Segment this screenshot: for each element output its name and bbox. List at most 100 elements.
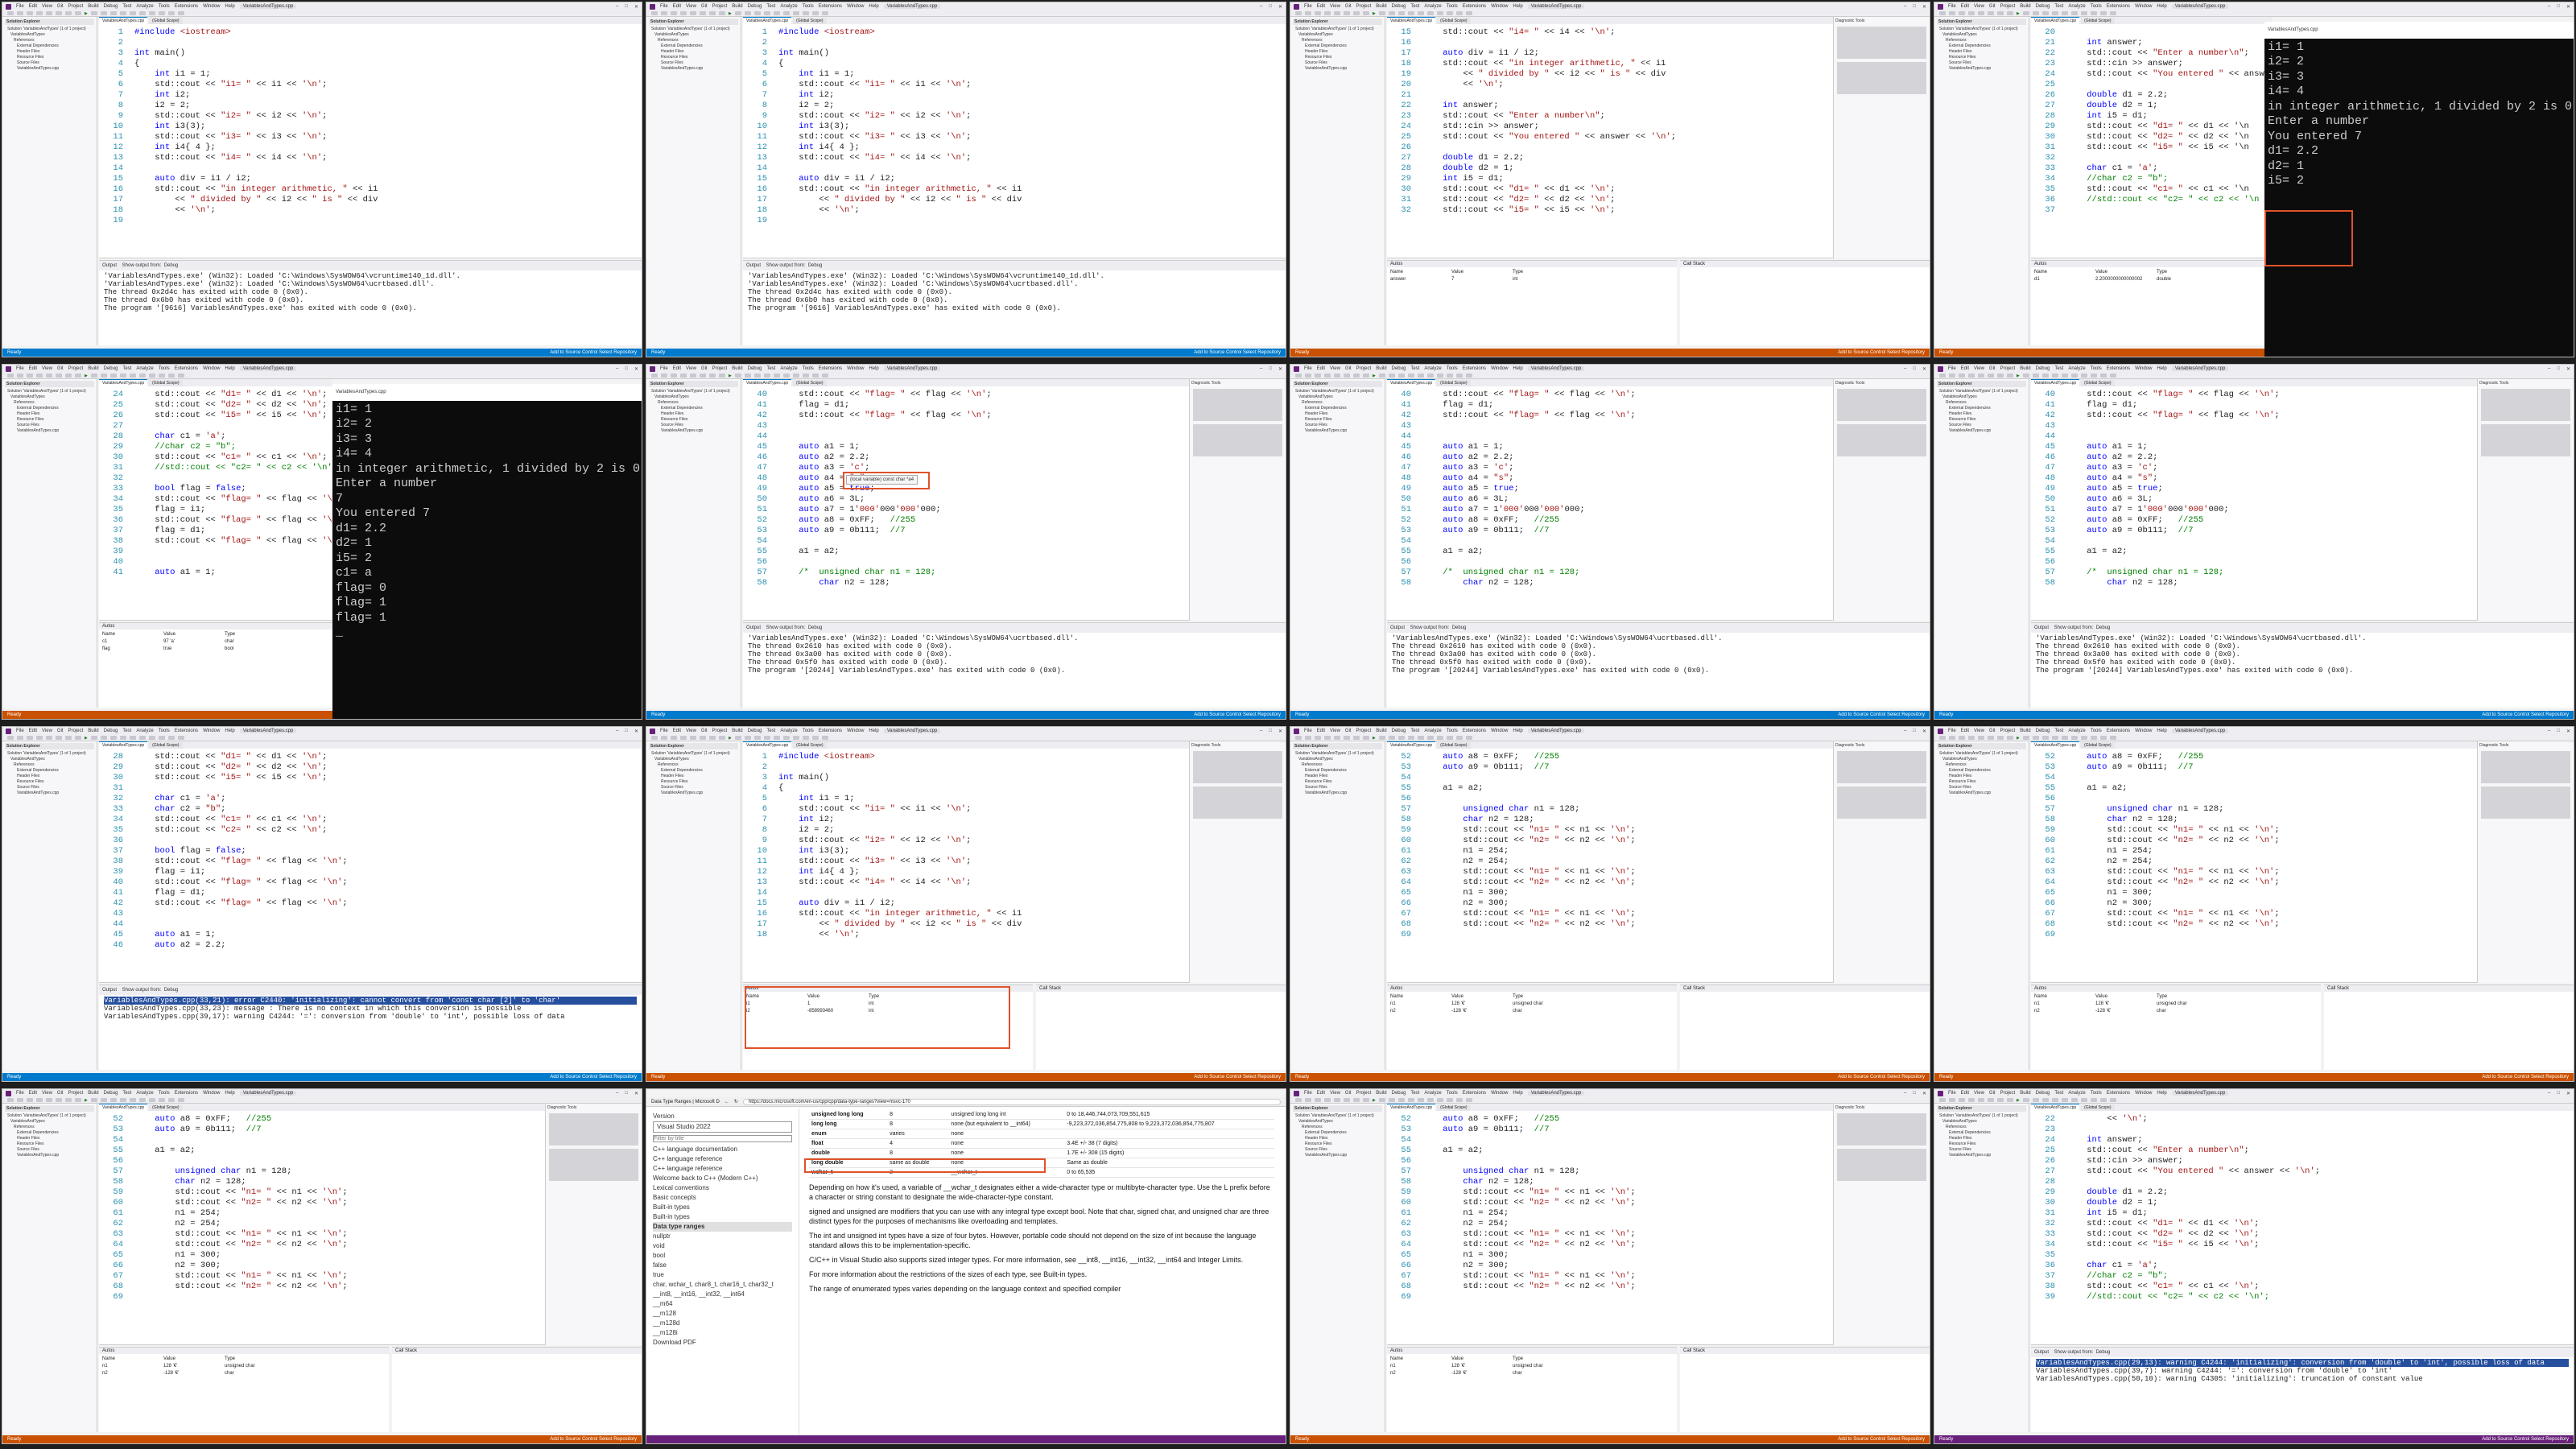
maximize-icon[interactable]: □ [1913, 1091, 1916, 1096]
toolbar-button[interactable] [1465, 736, 1472, 740]
solution-item[interactable]: References [1293, 38, 1382, 43]
close-icon[interactable]: ✕ [1922, 4, 1926, 10]
toolbar-button[interactable] [1295, 11, 1302, 15]
menu-item-edit[interactable]: Edit [1317, 366, 1325, 371]
toolbar-button[interactable] [1959, 11, 1965, 15]
continue-button[interactable]: ▶ [85, 374, 88, 378]
menu-item-tools[interactable]: Tools [2091, 4, 2102, 9]
solution-item[interactable]: VariablesAndTypes.cpp [5, 66, 94, 72]
toolbar-button[interactable] [763, 374, 770, 378]
continue-button[interactable]: ▶ [2017, 374, 2020, 378]
toolbar-button[interactable] [671, 374, 677, 378]
menu-item-test[interactable]: Test [1410, 366, 1419, 371]
minimize-icon[interactable]: – [616, 366, 618, 372]
close-icon[interactable]: ✕ [1922, 366, 1926, 372]
menu-item-project[interactable]: Project [1356, 1091, 1372, 1096]
toolbar-button[interactable] [1363, 736, 1369, 740]
toolbar-button[interactable] [1949, 374, 1955, 378]
tab-scope[interactable]: (Global Scope) [149, 380, 183, 386]
tab-scope[interactable]: (Global Scope) [149, 742, 183, 749]
toolbar-button[interactable] [1426, 374, 1434, 378]
toolbar-button[interactable] [1324, 1098, 1331, 1102]
toc-item[interactable]: Welcome back to C++ (Modern C++) [653, 1174, 792, 1183]
menu-item-edit[interactable]: Edit [29, 4, 37, 9]
continue-button[interactable]: ▶ [729, 374, 732, 378]
toolbar-button[interactable] [177, 1098, 184, 1102]
solution-item[interactable]: Header Files [1937, 411, 2026, 417]
toolbar-button[interactable] [1334, 1098, 1340, 1102]
toolbar-button[interactable] [792, 374, 799, 378]
select-repository-button[interactable]: Select Repository [1887, 712, 1925, 717]
menu-item-analyze[interactable]: Analyze [780, 729, 797, 733]
toolbar-button[interactable] [119, 1098, 126, 1102]
menu-item-extensions[interactable]: Extensions [1463, 729, 1486, 733]
toolbar-button[interactable] [1315, 11, 1321, 15]
maximize-icon[interactable]: □ [2557, 729, 2560, 734]
toolbar-button[interactable] [734, 11, 741, 15]
toolbar-button[interactable] [1353, 1098, 1360, 1102]
menu-item-analyze[interactable]: Analyze [1424, 1091, 1441, 1096]
toolbar-button[interactable] [2099, 1098, 2107, 1102]
menu-item-help[interactable]: Help [225, 4, 234, 9]
toolbar-button[interactable] [2041, 11, 2049, 15]
close-icon[interactable]: ✕ [634, 366, 638, 372]
toolbar-button[interactable] [138, 736, 146, 740]
menu-item-help[interactable]: Help [2157, 4, 2166, 9]
menu-item-analyze[interactable]: Analyze [2068, 366, 2085, 371]
menu-item-tools[interactable]: Tools [159, 1091, 170, 1096]
menu-item-project[interactable]: Project [68, 4, 84, 9]
menu-item-extensions[interactable]: Extensions [175, 4, 198, 9]
solution-item[interactable]: External Dependencies [5, 406, 94, 411]
menu-item-debug[interactable]: Debug [104, 366, 118, 371]
toolbar-button[interactable] [1455, 374, 1463, 378]
menu-item-project[interactable]: Project [2000, 729, 2016, 733]
toolbar-button[interactable] [75, 11, 81, 15]
toolbar-button[interactable] [2007, 736, 2013, 740]
toolbar-button[interactable] [56, 11, 62, 15]
toolbar-button[interactable] [1388, 736, 1395, 740]
toolbar-button[interactable] [2007, 1098, 2013, 1102]
toolbar-button[interactable] [1397, 11, 1405, 15]
toolbar-button[interactable] [7, 374, 14, 378]
solution-item[interactable]: VariablesAndTypes.cpp [649, 66, 738, 72]
tab-scope[interactable]: (Global Scope) [1437, 380, 1471, 386]
solution-item[interactable]: External Dependencies [1937, 768, 2026, 774]
menu-item-edit[interactable]: Edit [1317, 1091, 1325, 1096]
toolbar-button[interactable] [65, 11, 72, 15]
toolbar-button[interactable] [65, 736, 72, 740]
close-icon[interactable]: ✕ [2566, 1091, 2570, 1096]
toolbar-button[interactable] [1344, 374, 1350, 378]
menu-item-file[interactable]: File [16, 4, 24, 9]
menu-item-debug[interactable]: Debug [2036, 4, 2050, 9]
solution-item[interactable]: Solution 'VariablesAndTypes' (1 of 1 pro… [1937, 751, 2026, 757]
menu-item-git[interactable]: Git [1345, 366, 1352, 371]
toolbar-button[interactable] [1997, 374, 2004, 378]
code-editor[interactable]: VariablesAndTypes.cpp (Global Scope) 52 au… [99, 1104, 545, 1345]
close-icon[interactable]: ✕ [2566, 729, 2570, 734]
toc-item[interactable]: false [653, 1261, 792, 1270]
toolbar-button[interactable] [1305, 374, 1311, 378]
toolbar-button[interactable] [1388, 374, 1395, 378]
solution-item[interactable]: References [1937, 400, 2026, 406]
continue-button[interactable]: ▶ [1373, 736, 1376, 741]
toolbar-button[interactable] [1426, 736, 1434, 740]
toolbar-button[interactable] [2109, 736, 2116, 740]
toolbar-button[interactable] [65, 1098, 72, 1102]
solution-item[interactable]: External Dependencies [1293, 43, 1382, 49]
toolbar-button[interactable] [802, 374, 809, 378]
menu-item-file[interactable]: File [1304, 729, 1312, 733]
tab-file[interactable]: VariablesAndTypes.cpp [99, 379, 148, 386]
solution-item[interactable]: Header Files [649, 411, 738, 417]
toolbar-button[interactable] [65, 374, 72, 378]
toolbar-button[interactable] [1988, 374, 1994, 378]
toolbar-button[interactable] [1426, 1098, 1434, 1102]
solution-item[interactable]: Source Files [649, 785, 738, 791]
toolbar-button[interactable] [138, 1098, 146, 1102]
toolbar-button[interactable] [773, 736, 780, 740]
menu-item-git[interactable]: Git [1989, 729, 1996, 733]
toolbar-button[interactable] [1939, 11, 1946, 15]
refresh-icon[interactable]: ↻ [734, 1099, 738, 1104]
minimize-icon[interactable]: – [2548, 1091, 2550, 1096]
solution-item[interactable]: External Dependencies [649, 406, 738, 411]
menu-item-tools[interactable]: Tools [159, 729, 170, 733]
